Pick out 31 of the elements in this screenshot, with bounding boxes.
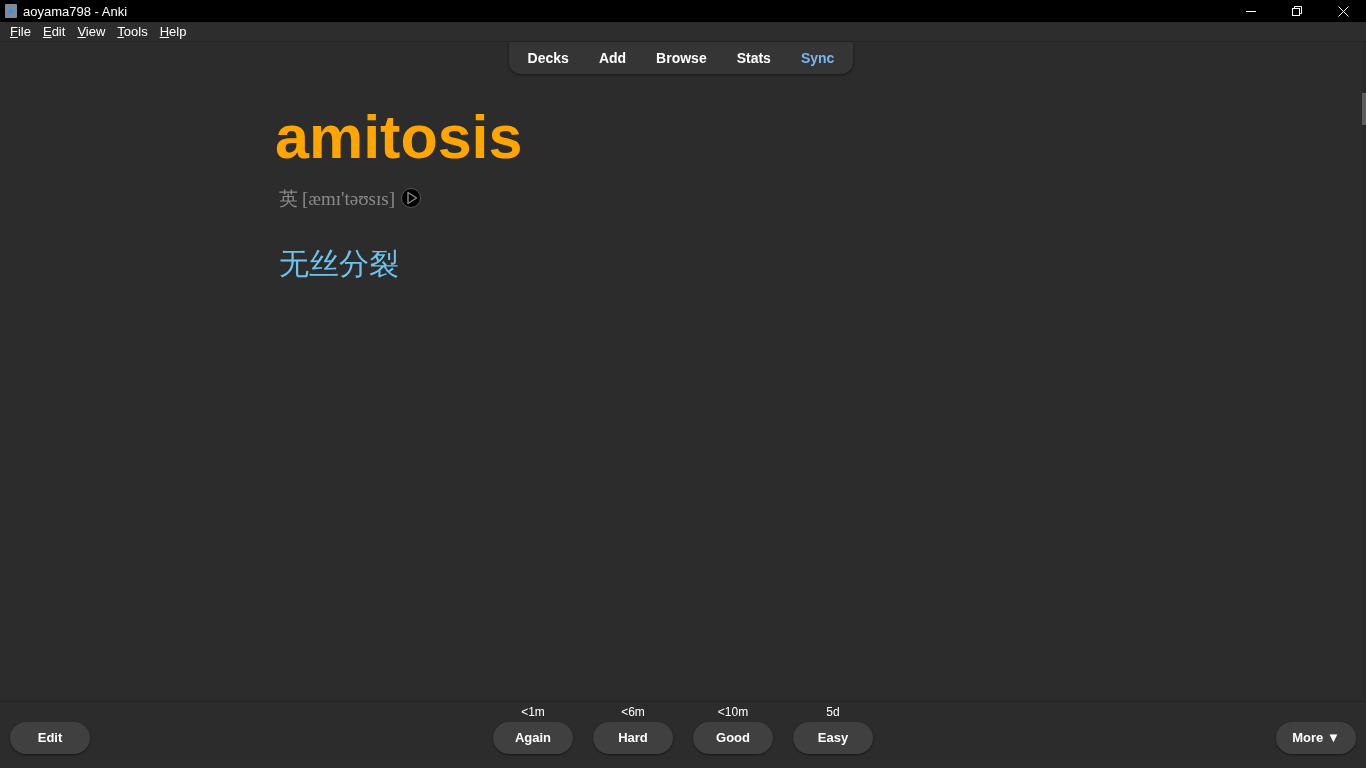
menu-item[interactable]: Edit: [36, 25, 72, 38]
scrollbar-thumb[interactable]: [1362, 93, 1366, 125]
toolbar-link[interactable]: Browse: [641, 51, 722, 65]
card-word: amitosis: [275, 104, 523, 170]
close-icon: [1337, 5, 1349, 17]
answer-button[interactable]: Easy: [793, 722, 873, 754]
play-icon[interactable]: [401, 188, 421, 208]
menu-item[interactable]: Tools: [111, 25, 154, 38]
answer-button[interactable]: Hard: [593, 722, 673, 754]
menu-item[interactable]: View: [71, 25, 112, 38]
restore-icon: [1292, 6, 1302, 16]
phonetic-text: [æmɪ'təʊsɪs]: [302, 188, 395, 208]
toolbar-link[interactable]: Stats: [721, 51, 786, 65]
more-button[interactable]: More ▼: [1276, 722, 1356, 754]
interval-label: <10m: [717, 706, 749, 718]
card-meaning: 无丝分裂: [279, 249, 399, 279]
interval-label: 5d: [826, 706, 840, 718]
answer-button[interactable]: Again: [493, 722, 573, 754]
app-icon: [5, 4, 17, 18]
window-title: aoyama798 - Anki: [23, 4, 128, 18]
region-label: 英: [279, 188, 298, 208]
interval-label: <6m: [621, 706, 645, 718]
toolbar-link[interactable]: Add: [583, 51, 642, 65]
toolbar-link[interactable]: Sync: [785, 51, 850, 65]
menu-item[interactable]: Help: [153, 25, 193, 38]
minimize-icon: [1246, 10, 1256, 12]
edit-button[interactable]: Edit: [10, 722, 90, 754]
menu-item[interactable]: File: [4, 25, 37, 38]
toolbar-link[interactable]: Decks: [512, 51, 584, 65]
answer-button[interactable]: Good: [693, 722, 773, 754]
interval-label: <1m: [521, 706, 545, 718]
